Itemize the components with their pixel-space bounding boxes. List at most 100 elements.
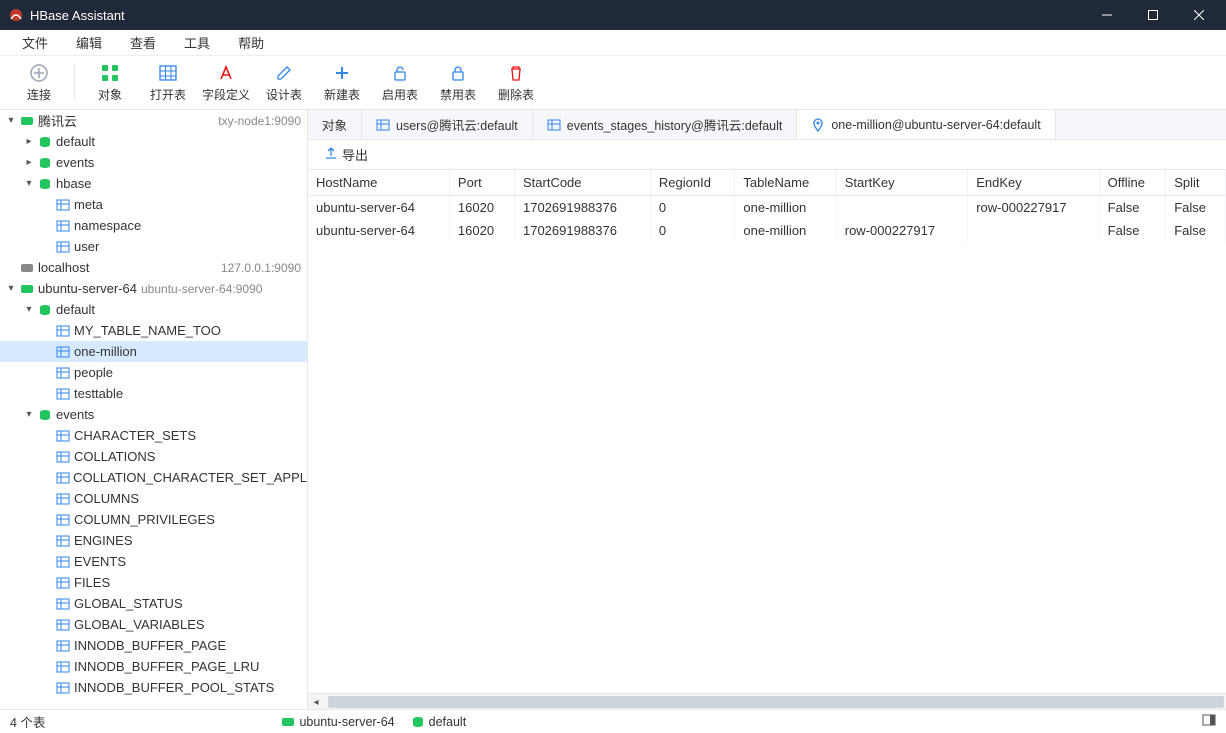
- menu-file[interactable]: 文件: [8, 30, 62, 55]
- tree-node-user[interactable]: user: [0, 236, 307, 257]
- export-icon: [324, 146, 338, 163]
- tree-node-collation-cs[interactable]: COLLATION_CHARACTER_SET_APPL: [0, 467, 307, 488]
- tree-node-files[interactable]: FILES: [0, 572, 307, 593]
- menu-tools[interactable]: 工具: [170, 30, 224, 55]
- tree-node-onemillion[interactable]: one-million: [0, 341, 307, 362]
- table-icon: [54, 387, 72, 401]
- grid-header-row: HostName Port StartCode RegionId TableNa…: [308, 170, 1226, 196]
- table-icon: [376, 118, 390, 132]
- tree-node-events2[interactable]: ▾ events: [0, 404, 307, 425]
- minimize-button[interactable]: [1084, 0, 1130, 30]
- tree-node-columns[interactable]: COLUMNS: [0, 488, 307, 509]
- tree-node-character-sets[interactable]: CHARACTER_SETS: [0, 425, 307, 446]
- table-icon: [54, 513, 72, 527]
- col-startkey[interactable]: StartKey: [836, 170, 967, 196]
- maximize-button[interactable]: [1130, 0, 1176, 30]
- toolbar-open-table[interactable]: 打开表: [139, 58, 197, 107]
- toolbar-delete-table[interactable]: 删除表: [487, 58, 545, 107]
- tree-node-localhost[interactable]: localhost 127.0.0.1:9090: [0, 257, 307, 278]
- tree-node-events-t[interactable]: EVENTS: [0, 551, 307, 572]
- table-icon: [54, 324, 72, 338]
- database-icon: [36, 177, 54, 191]
- tree-node-global-status[interactable]: GLOBAL_STATUS: [0, 593, 307, 614]
- toolbar-objects[interactable]: 对象: [81, 58, 139, 107]
- database-icon: [411, 715, 425, 729]
- toolbar-field-def[interactable]: 字段定义: [197, 58, 255, 107]
- tree-node-namespace[interactable]: namespace: [0, 215, 307, 236]
- col-startcode[interactable]: StartCode: [514, 170, 650, 196]
- tab-objects[interactable]: 对象: [308, 110, 362, 139]
- chevron-right-icon[interactable]: ▸: [22, 157, 36, 168]
- table-icon: [547, 118, 561, 132]
- tree-node-default1[interactable]: ▸ default: [0, 131, 307, 152]
- tree-node-collations[interactable]: COLLATIONS: [0, 446, 307, 467]
- toolbar: 连接 对象 打开表 字段定义 设计表 新建表 启用表 禁用表 删除表: [0, 56, 1226, 110]
- tree-node-innodb-bp[interactable]: INNODB_BUFFER_PAGE: [0, 635, 307, 656]
- chevron-right-icon[interactable]: ▸: [22, 136, 36, 147]
- table-icon: [54, 366, 72, 380]
- chevron-down-icon[interactable]: ▾: [22, 409, 36, 420]
- tree-node-default2[interactable]: ▾ default: [0, 299, 307, 320]
- tree-node-people[interactable]: people: [0, 362, 307, 383]
- tree-node-mytable[interactable]: MY_TABLE_NAME_TOO: [0, 320, 307, 341]
- col-tablename[interactable]: TableName: [735, 170, 836, 196]
- tree-node-hbase[interactable]: ▾ hbase: [0, 173, 307, 194]
- tree-node-testtable[interactable]: testtable: [0, 383, 307, 404]
- menu-edit[interactable]: 编辑: [62, 30, 116, 55]
- tree-node-events1[interactable]: ▸ events: [0, 152, 307, 173]
- col-hostname[interactable]: HostName: [308, 170, 449, 196]
- tree-node-column-priv[interactable]: COLUMN_PRIVILEGES: [0, 509, 307, 530]
- chevron-down-icon[interactable]: ▾: [4, 115, 18, 126]
- chevron-down-icon[interactable]: ▾: [4, 283, 18, 294]
- toolbar-new-table[interactable]: 新建表: [313, 58, 371, 107]
- tree-node-ubuntu[interactable]: ▾ ubuntu-server-64 ubuntu-server-64:9090: [0, 278, 307, 299]
- col-endkey[interactable]: EndKey: [968, 170, 1099, 196]
- toolbar-disable-table[interactable]: 禁用表: [429, 58, 487, 107]
- status-namespace: default: [411, 715, 467, 729]
- subtoolbar: 导出: [308, 140, 1226, 170]
- grid-icon: [101, 62, 119, 84]
- scroll-left-icon[interactable]: ◂: [308, 694, 324, 709]
- tab-events-stages[interactable]: events_stages_history@腾讯云:default: [533, 110, 798, 139]
- col-port[interactable]: Port: [449, 170, 514, 196]
- menu-view[interactable]: 查看: [116, 30, 170, 55]
- statusbar: 4 个表 ubuntu-server-64 default: [0, 709, 1226, 733]
- panel-toggle-icon[interactable]: [1202, 713, 1216, 730]
- edit-icon: [275, 62, 293, 84]
- chevron-down-icon[interactable]: ▾: [22, 304, 36, 315]
- server-icon: [18, 282, 36, 296]
- toolbar-connect[interactable]: 连接: [10, 58, 68, 107]
- tree-node-innodb-bp-lru[interactable]: INNODB_BUFFER_PAGE_LRU: [0, 656, 307, 677]
- data-grid[interactable]: HostName Port StartCode RegionId TableNa…: [308, 170, 1226, 693]
- sidebar-tree[interactable]: ▾ 腾讯云 txy-node1:9090 ▸ default ▸ events …: [0, 110, 308, 709]
- toolbar-design-table[interactable]: 设计表: [255, 58, 313, 107]
- tree-node-engines[interactable]: ENGINES: [0, 530, 307, 551]
- scrollbar-thumb[interactable]: [328, 696, 1224, 708]
- toolbar-enable-table[interactable]: 启用表: [371, 58, 429, 107]
- table-row[interactable]: ubuntu-server-64 16020 1702691988376 0 o…: [308, 219, 1226, 242]
- tab-users[interactable]: users@腾讯云:default: [362, 110, 533, 139]
- col-split[interactable]: Split: [1166, 170, 1226, 196]
- tree-node-global-vars[interactable]: GLOBAL_VARIABLES: [0, 614, 307, 635]
- tree-node-innodb-bp-stats[interactable]: INNODB_BUFFER_POOL_STATS: [0, 677, 307, 698]
- col-offline[interactable]: Offline: [1099, 170, 1166, 196]
- location-icon: [811, 118, 825, 132]
- export-button[interactable]: 导出: [318, 143, 374, 166]
- table-row[interactable]: ubuntu-server-64 16020 1702691988376 0 o…: [308, 196, 1226, 220]
- plus-icon: [333, 62, 351, 84]
- table-icon: [54, 471, 71, 485]
- database-icon: [36, 135, 54, 149]
- menubar: 文件 编辑 查看 工具 帮助: [0, 30, 1226, 56]
- chevron-down-icon[interactable]: ▾: [22, 178, 36, 189]
- horizontal-scrollbar[interactable]: ◂: [308, 693, 1226, 709]
- font-letter-icon: [217, 62, 235, 84]
- col-regionid[interactable]: RegionId: [650, 170, 735, 196]
- tree-node-tencent[interactable]: ▾ 腾讯云 txy-node1:9090: [0, 110, 307, 131]
- close-button[interactable]: [1176, 0, 1222, 30]
- tree-node-meta[interactable]: meta: [0, 194, 307, 215]
- tab-onemillion[interactable]: one-million@ubuntu-server-64:default: [797, 110, 1055, 139]
- table-icon: [54, 597, 72, 611]
- table-icon: [54, 429, 72, 443]
- menu-help[interactable]: 帮助: [224, 30, 278, 55]
- server-icon: [281, 715, 295, 729]
